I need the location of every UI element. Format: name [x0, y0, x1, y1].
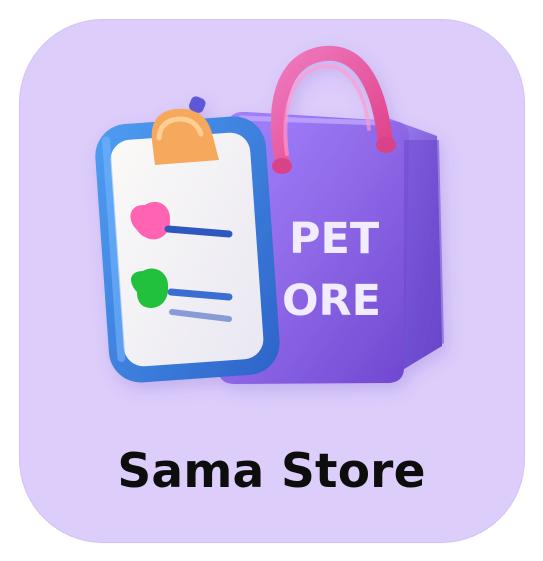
bag-text-line2: ORE	[282, 276, 381, 326]
app-name-label[interactable]: Sama Store	[0, 440, 543, 504]
bag-text-line1: PET	[289, 214, 380, 264]
app-launcher-canvas: PET ORE Sama Store	[0, 0, 543, 561]
